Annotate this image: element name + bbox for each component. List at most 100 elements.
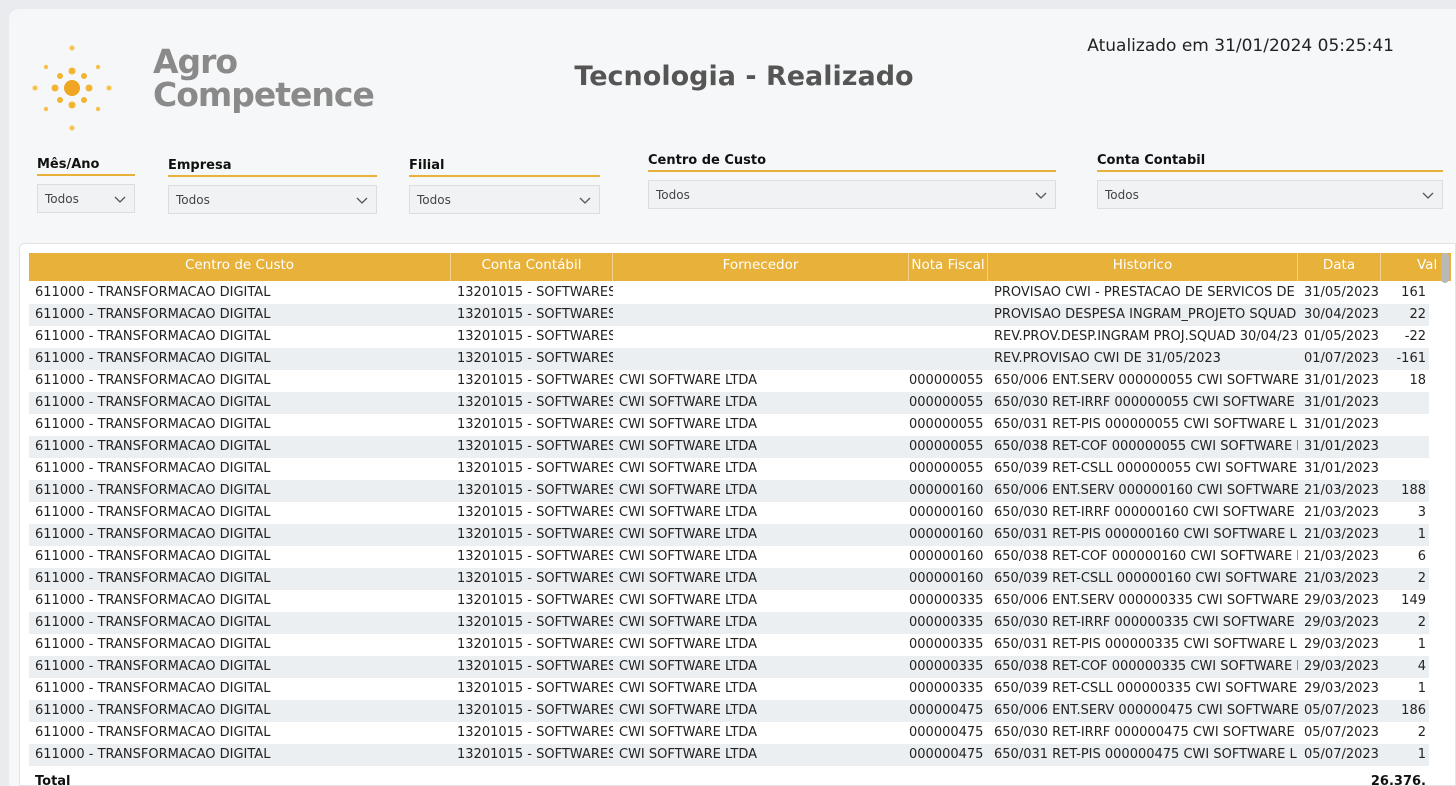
table-row[interactable]: 611000 - TRANSFORMACAO DIGITAL 13201015 -… bbox=[29, 546, 1429, 568]
cell-valor: 2 bbox=[1417, 615, 1426, 630]
cell-historico: PROVISAO DESPESA INGRAM_PROJETO SQUAD bbox=[994, 307, 1297, 322]
cell-valor: 149 bbox=[1401, 593, 1426, 608]
cell-fornecedor bbox=[613, 326, 909, 348]
column-header-nota-fiscal[interactable]: Nota Fiscal bbox=[909, 253, 988, 281]
table-row[interactable]: 611000 - TRANSFORMACAO DIGITAL 13201015 -… bbox=[29, 612, 1429, 634]
cell-conta-contabil: 13201015 - SOFTWARES bbox=[457, 593, 613, 608]
cell-data: 01/07/2023 bbox=[1304, 351, 1379, 366]
table-row[interactable]: 611000 - TRANSFORMACAO DIGITAL 13201015 -… bbox=[29, 282, 1429, 304]
cell-historico: 650/031 RET-PIS 000000475 CWI SOFTWARE L bbox=[994, 747, 1297, 762]
cell-nota-fiscal bbox=[909, 304, 988, 326]
cell-data: 29/03/2023 bbox=[1304, 659, 1379, 674]
cell-fornecedor: CWI SOFTWARE LTDA bbox=[619, 615, 758, 630]
column-header-fornecedor[interactable]: Fornecedor bbox=[613, 253, 909, 281]
table-row[interactable]: 611000 - TRANSFORMACAO DIGITAL 13201015 -… bbox=[29, 480, 1429, 502]
cell-valor: 1 bbox=[1417, 637, 1426, 652]
cell-valor: 186 bbox=[1401, 703, 1426, 718]
cell-conta-contabil: 13201015 - SOFTWARES bbox=[457, 329, 613, 344]
cell-centro-de-custo: 611000 - TRANSFORMACAO DIGITAL bbox=[35, 593, 271, 608]
filter-label: Mês/Ano bbox=[37, 157, 135, 176]
cell-fornecedor bbox=[613, 304, 909, 326]
chevron-down-icon bbox=[356, 197, 368, 204]
cell-data: 21/03/2023 bbox=[1304, 505, 1379, 520]
cell-conta-contabil: 13201015 - SOFTWARES bbox=[457, 637, 613, 652]
page-title: Tecnologia - Realizado bbox=[574, 61, 914, 92]
cell-historico: REV.PROVISAO CWI DE 31/05/2023 bbox=[994, 351, 1221, 366]
table-row[interactable]: 611000 - TRANSFORMACAO DIGITAL 13201015 -… bbox=[29, 458, 1429, 480]
table-row[interactable]: 611000 - TRANSFORMACAO DIGITAL 13201015 -… bbox=[29, 502, 1429, 524]
total-label: Total bbox=[35, 774, 71, 786]
cell-centro-de-custo: 611000 - TRANSFORMACAO DIGITAL bbox=[35, 307, 271, 322]
cell-conta-contabil: 13201015 - SOFTWARES bbox=[457, 527, 613, 542]
filter-filial: Filial Todos bbox=[409, 158, 600, 214]
cell-fornecedor: CWI SOFTWARE LTDA bbox=[619, 439, 758, 454]
cell-conta-contabil: 13201015 - SOFTWARES bbox=[457, 703, 613, 718]
column-header-historico[interactable]: Historico bbox=[988, 253, 1298, 281]
scrollbar-thumb[interactable] bbox=[1441, 253, 1449, 283]
table-row[interactable]: 611000 - TRANSFORMACAO DIGITAL 13201015 -… bbox=[29, 656, 1429, 678]
cell-centro-de-custo: 611000 - TRANSFORMACAO DIGITAL bbox=[35, 549, 271, 564]
filter-label: Empresa bbox=[168, 158, 377, 177]
cell-data: 05/07/2023 bbox=[1304, 703, 1379, 718]
cell-data: 21/03/2023 bbox=[1304, 549, 1379, 564]
cell-data: 29/03/2023 bbox=[1304, 681, 1379, 696]
table-total-row: Total 26.376. bbox=[29, 774, 1429, 786]
cell-conta-contabil: 13201015 - SOFTWARES bbox=[457, 439, 613, 454]
table-row[interactable]: 611000 - TRANSFORMACAO DIGITAL 13201015 -… bbox=[29, 744, 1429, 766]
cell-conta-contabil: 13201015 - SOFTWARES bbox=[457, 285, 613, 300]
cell-historico: 650/030 RET-IRRF 000000055 CWI SOFTWARE bbox=[994, 395, 1295, 410]
table-row[interactable]: 611000 - TRANSFORMACAO DIGITAL 13201015 -… bbox=[29, 414, 1429, 436]
cell-fornecedor: CWI SOFTWARE LTDA bbox=[619, 681, 758, 696]
cell-centro-de-custo: 611000 - TRANSFORMACAO DIGITAL bbox=[35, 615, 271, 630]
column-header-centro-de-custo[interactable]: Centro de Custo bbox=[29, 253, 451, 281]
cell-data: 29/03/2023 bbox=[1304, 615, 1379, 630]
table-row[interactable]: 611000 - TRANSFORMACAO DIGITAL 13201015 -… bbox=[29, 370, 1429, 392]
cell-data: 21/03/2023 bbox=[1304, 527, 1379, 542]
column-header-conta-contabil[interactable]: Conta Contábil bbox=[451, 253, 613, 281]
cell-centro-de-custo: 611000 - TRANSFORMACAO DIGITAL bbox=[35, 747, 271, 762]
cell-historico: 650/039 RET-CSLL 000000160 CWI SOFTWARE bbox=[994, 571, 1298, 586]
table-row[interactable]: 611000 - TRANSFORMACAO DIGITAL 13201015 -… bbox=[29, 436, 1429, 458]
table-row[interactable]: 611000 - TRANSFORMACAO DIGITAL 13201015 -… bbox=[29, 392, 1429, 414]
cell-centro-de-custo: 611000 - TRANSFORMACAO DIGITAL bbox=[35, 681, 271, 696]
cell-valor: 1 bbox=[1417, 527, 1426, 542]
table-row[interactable]: 611000 - TRANSFORMACAO DIGITAL 13201015 -… bbox=[29, 326, 1429, 348]
cell-data: 30/04/2023 bbox=[1304, 307, 1379, 322]
cell-conta-contabil: 13201015 - SOFTWARES bbox=[457, 373, 613, 388]
cell-fornecedor: CWI SOFTWARE LTDA bbox=[619, 417, 758, 432]
cell-centro-de-custo: 611000 - TRANSFORMACAO DIGITAL bbox=[35, 395, 271, 410]
table-row[interactable]: 611000 - TRANSFORMACAO DIGITAL 13201015 -… bbox=[29, 348, 1429, 370]
cell-valor bbox=[1381, 392, 1429, 414]
cell-data: 31/01/2023 bbox=[1304, 373, 1379, 388]
filter-value: Todos bbox=[45, 191, 79, 206]
filter-mes-ano-dropdown[interactable]: Todos bbox=[37, 184, 135, 213]
filter-empresa-dropdown[interactable]: Todos bbox=[168, 185, 377, 214]
table-row[interactable]: 611000 - TRANSFORMACAO DIGITAL 13201015 -… bbox=[29, 700, 1429, 722]
cell-data: 05/07/2023 bbox=[1304, 725, 1379, 740]
cell-nota-fiscal: 000000055 bbox=[909, 439, 984, 454]
cell-historico: REV.PROV.DESP.INGRAM PROJ.SQUAD 30/04/23 bbox=[994, 329, 1298, 344]
filter-filial-dropdown[interactable]: Todos bbox=[409, 185, 600, 214]
cell-centro-de-custo: 611000 - TRANSFORMACAO DIGITAL bbox=[35, 461, 271, 476]
cell-centro-de-custo: 611000 - TRANSFORMACAO DIGITAL bbox=[35, 725, 271, 740]
table-row[interactable]: 611000 - TRANSFORMACAO DIGITAL 13201015 -… bbox=[29, 524, 1429, 546]
cell-centro-de-custo: 611000 - TRANSFORMACAO DIGITAL bbox=[35, 703, 271, 718]
column-header-data[interactable]: Data bbox=[1298, 253, 1381, 281]
table-row[interactable]: 611000 - TRANSFORMACAO DIGITAL 13201015 -… bbox=[29, 634, 1429, 656]
cell-historico: 650/031 RET-PIS 000000055 CWI SOFTWARE L bbox=[994, 417, 1297, 432]
cell-valor bbox=[1381, 458, 1429, 480]
vertical-scrollbar[interactable] bbox=[1441, 253, 1449, 753]
filter-conta-contabil-dropdown[interactable]: Todos bbox=[1097, 180, 1443, 209]
table-row[interactable]: 611000 - TRANSFORMACAO DIGITAL 13201015 -… bbox=[29, 568, 1429, 590]
cell-conta-contabil: 13201015 - SOFTWARES bbox=[457, 549, 613, 564]
table-row[interactable]: 611000 - TRANSFORMACAO DIGITAL 13201015 -… bbox=[29, 590, 1429, 612]
cell-data: 31/05/2023 bbox=[1304, 285, 1379, 300]
cell-fornecedor: CWI SOFTWARE LTDA bbox=[619, 549, 758, 564]
table-row[interactable]: 611000 - TRANSFORMACAO DIGITAL 13201015 -… bbox=[29, 304, 1429, 326]
table-row[interactable]: 611000 - TRANSFORMACAO DIGITAL 13201015 -… bbox=[29, 678, 1429, 700]
table-row[interactable]: 611000 - TRANSFORMACAO DIGITAL 13201015 -… bbox=[29, 722, 1429, 744]
cell-centro-de-custo: 611000 - TRANSFORMACAO DIGITAL bbox=[35, 329, 271, 344]
cell-conta-contabil: 13201015 - SOFTWARES bbox=[457, 395, 613, 410]
filter-centro-de-custo-dropdown[interactable]: Todos bbox=[648, 180, 1056, 209]
cell-data: 01/05/2023 bbox=[1304, 329, 1379, 344]
